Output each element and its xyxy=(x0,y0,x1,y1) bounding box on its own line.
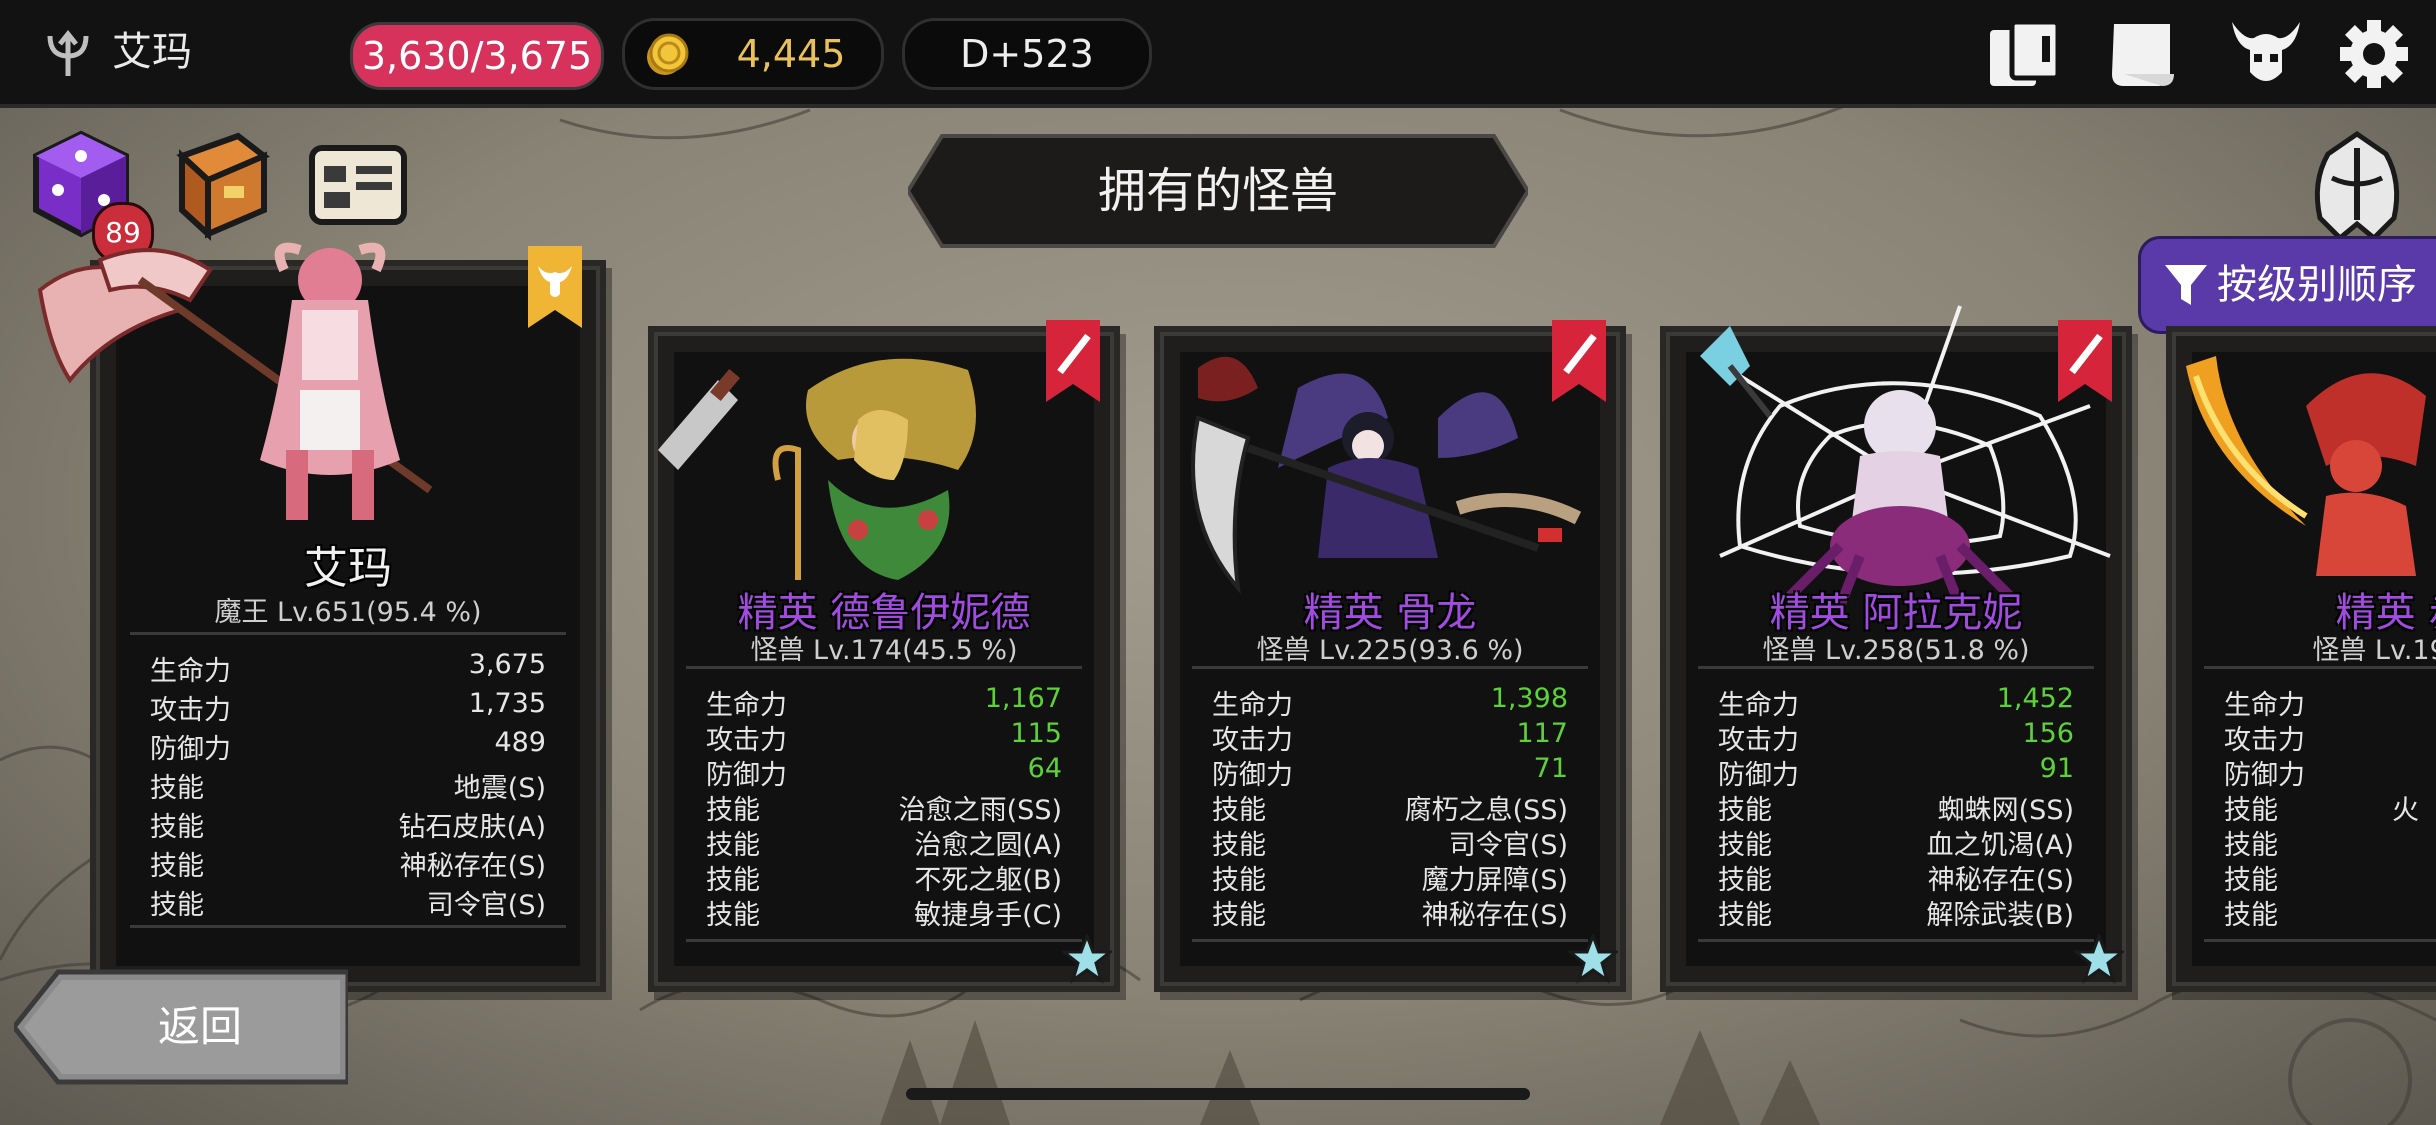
star-rank-icon xyxy=(1062,934,1112,984)
helmet-icon[interactable] xyxy=(2302,128,2412,246)
scroll-icon[interactable] xyxy=(2104,16,2184,92)
gold-counter: 4,445 xyxy=(622,18,884,90)
back-label[interactable]: 返回 xyxy=(60,968,340,1086)
stats-panel: 生命力 1,167 攻击力 115 防御力 64 技能 治愈之雨(SS) 技能 治愈之圆(… xyxy=(686,666,1082,942)
card-clip: 精英 赤 怪兽 Lv.198(2 生命力 攻击力 防御力 技能火 技能 技能 技… xyxy=(2160,300,2436,1000)
card-level: 怪兽 Lv.258(51.8 %) xyxy=(1762,635,2030,666)
top-bar: 艾玛 3,630/3,675 4,445 D+523 xyxy=(0,0,2436,108)
gold-value: 4,445 xyxy=(736,32,846,76)
stats-panel: 生命力 1,452 攻击力 156 防御力 91 技能 蜘蛛网(SS) 技能 血之饥渴(A… xyxy=(1698,666,2094,942)
stats-panel: 生命力 3,675 攻击力 1,735 防御力 489 技能 地震(S) 技能 钻石皮肤(… xyxy=(130,632,566,928)
demon-bookmark-icon xyxy=(528,246,582,328)
trident-icon xyxy=(47,29,89,76)
monster-card-emma[interactable]: 艾玛 魔王 Lv.651(95.4 %) 生命力 3,675 攻击力 1,735 防… xyxy=(37,242,600,986)
hp-counter: 3,630/3,675 xyxy=(350,22,604,90)
star-rank-icon xyxy=(2074,934,2124,984)
card-level: 怪兽 Lv.198(2 xyxy=(2312,635,2436,666)
cards-icon[interactable] xyxy=(1984,16,2064,92)
card-name: 艾玛 xyxy=(304,543,392,594)
druid-sprite xyxy=(658,358,976,580)
map-scroll-icon[interactable] xyxy=(302,126,412,244)
gear-icon[interactable] xyxy=(2334,16,2414,92)
gold-coin-icon xyxy=(647,33,689,75)
page-title: 拥有的怪兽 xyxy=(1097,163,1338,219)
spellbook-icon[interactable] xyxy=(168,126,278,244)
monster-card-druid[interactable]: 精英 德鲁伊妮德 怪兽 Lv.174(45.5 %) 生命力 1,167 攻击力 1… xyxy=(654,320,1114,986)
demon-queen-sprite xyxy=(37,242,433,520)
card-level: 魔王 Lv.651(95.4 %) xyxy=(214,597,482,628)
card-level: 怪兽 Lv.225(93.6 %) xyxy=(1256,635,1524,666)
demon-skull-icon[interactable] xyxy=(2226,16,2306,92)
stats-panel: 生命力 攻击力 防御力 技能火 技能 技能 技能 xyxy=(2204,666,2436,942)
home-indicator[interactable] xyxy=(906,1088,1530,1100)
day-counter: D+523 xyxy=(902,18,1152,90)
monster-card-bone-dragon[interactable]: 精英 骨龙 怪兽 Lv.225(93.6 %) 生命力 1,398 攻击力 117 … xyxy=(1160,320,1620,986)
monster-card-arachne[interactable]: 精英 阿拉克妮 怪兽 Lv.258(51.8 %) 生命力 1,452 攻击力 15… xyxy=(1666,305,2126,986)
stats-panel: 生命力 1,398 攻击力 117 防御力 71 技能 腐朽之息(SS) 技能 司令官(S… xyxy=(1192,666,1588,942)
bone-dragon-sprite xyxy=(1191,356,1582,595)
monster-card-partial[interactable]: 精英 赤 怪兽 Lv.198(2 生命力 攻击力 防御力 技能火 技能 技能 技… xyxy=(2172,332,2436,986)
arachne-sprite xyxy=(1700,305,2111,608)
fire-demon-sprite xyxy=(2186,356,2426,576)
star-rank-icon xyxy=(1568,934,1618,984)
player-name: 艾玛 xyxy=(112,29,192,75)
card-level: 怪兽 Lv.174(45.5 %) xyxy=(750,635,1018,666)
